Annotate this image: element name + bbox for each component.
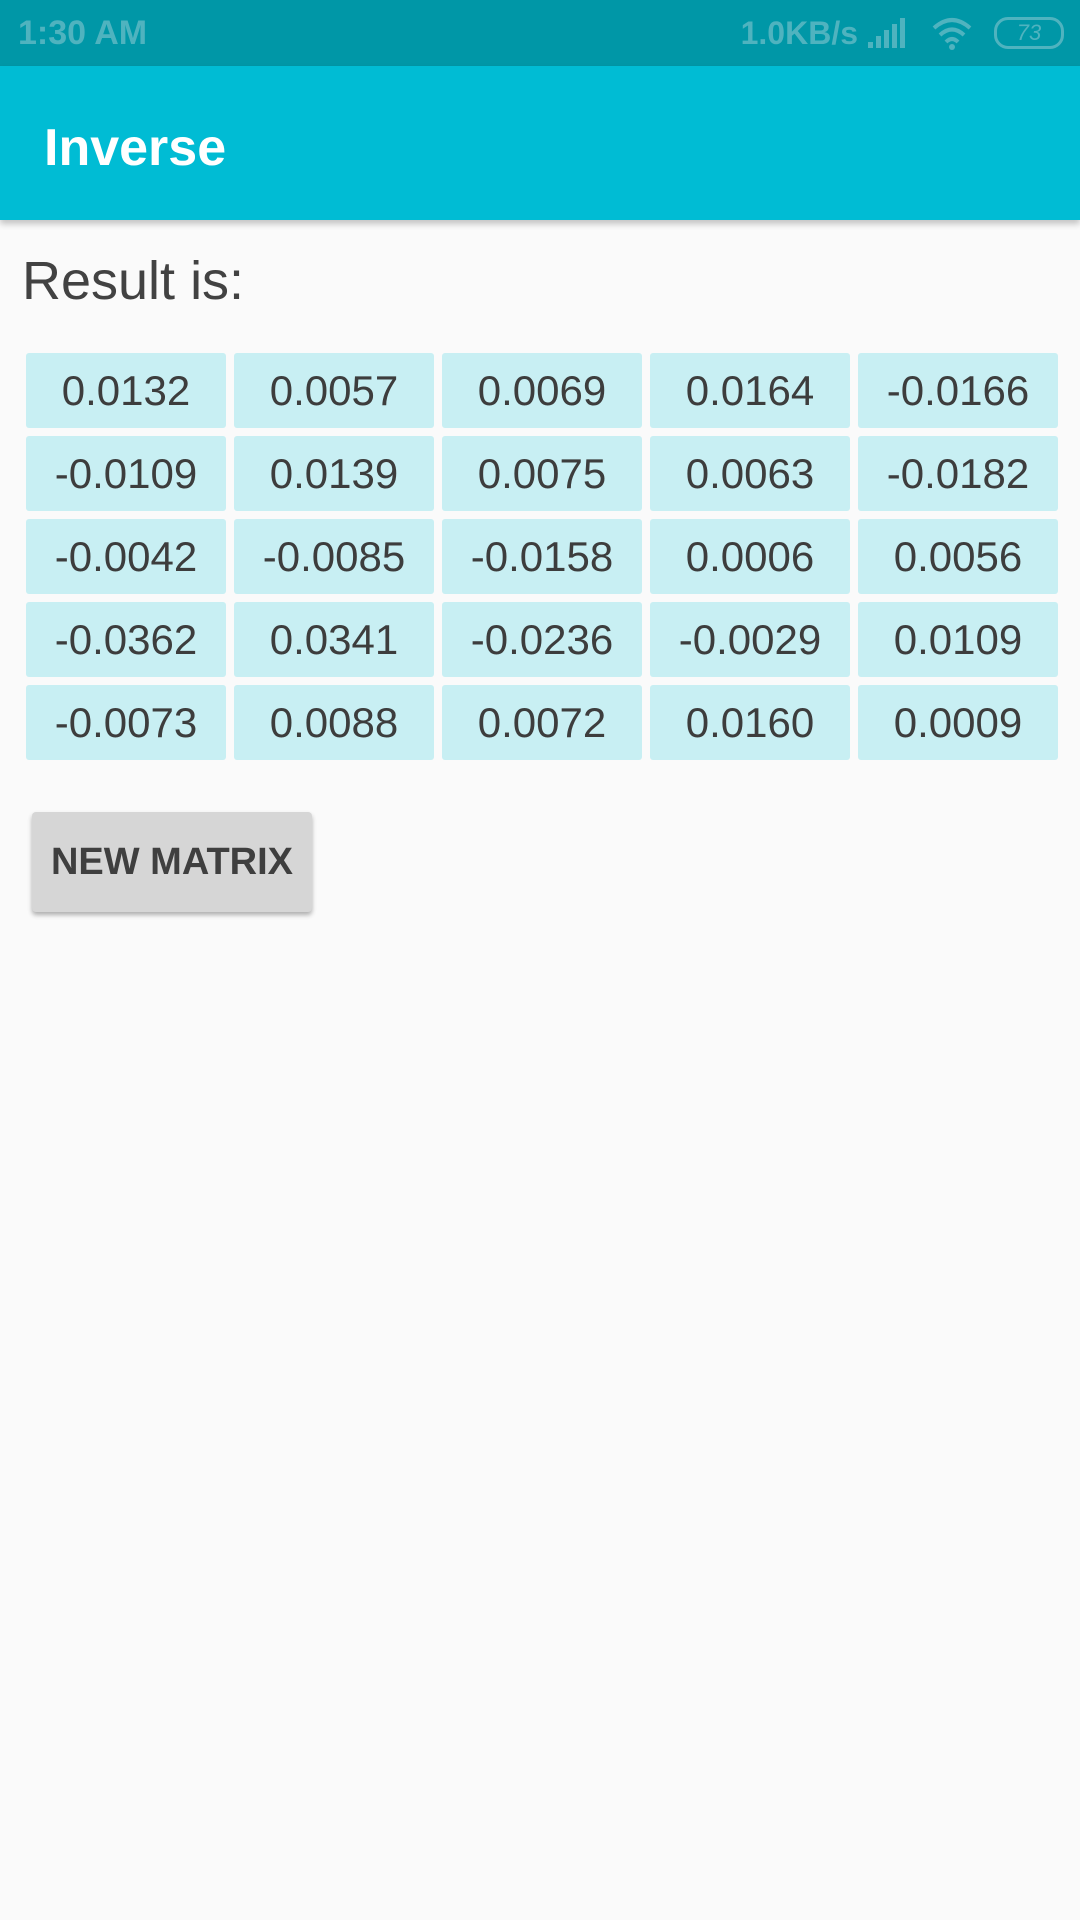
matrix-cell: 0.0088	[234, 685, 434, 760]
matrix-cell: -0.0029	[650, 602, 850, 677]
matrix-cell: 0.0009	[858, 685, 1058, 760]
result-label: Result is:	[22, 251, 245, 311]
matrix-cell: 0.0075	[442, 436, 642, 511]
matrix-row: -0.0362 0.0341 -0.0236 -0.0029 0.0109	[26, 602, 1058, 677]
matrix-cell: -0.0236	[442, 602, 642, 677]
network-speed: 1.0KB/s	[740, 14, 858, 51]
matrix-cell: 0.0132	[26, 353, 226, 428]
matrix-cell: 0.0072	[442, 685, 642, 760]
matrix-cell: 0.0006	[650, 519, 850, 594]
matrix-cell: -0.0166	[858, 353, 1058, 428]
result-matrix: 0.0132 0.0057 0.0069 0.0164 -0.0166 -0.0…	[26, 353, 1058, 768]
matrix-row: -0.0109 0.0139 0.0075 0.0063 -0.0182	[26, 436, 1058, 511]
matrix-cell: -0.0109	[26, 436, 226, 511]
app-bar: Inverse	[0, 66, 1080, 220]
matrix-cell: 0.0056	[858, 519, 1058, 594]
matrix-cell: 0.0069	[442, 353, 642, 428]
new-matrix-button[interactable]: NEW MATRIX	[32, 812, 312, 912]
battery-icon: 73	[994, 17, 1064, 49]
matrix-cell: 0.0164	[650, 353, 850, 428]
matrix-row: 0.0132 0.0057 0.0069 0.0164 -0.0166	[26, 353, 1058, 428]
matrix-cell: 0.0160	[650, 685, 850, 760]
matrix-cell: 0.0057	[234, 353, 434, 428]
matrix-cell: -0.0073	[26, 685, 226, 760]
matrix-cell: -0.0362	[26, 602, 226, 677]
matrix-cell: -0.0042	[26, 519, 226, 594]
matrix-cell: -0.0158	[442, 519, 642, 594]
matrix-cell: 0.0341	[234, 602, 434, 677]
matrix-cell: 0.0063	[650, 436, 850, 511]
matrix-cell: -0.0182	[858, 436, 1058, 511]
matrix-cell: 0.0109	[858, 602, 1058, 677]
status-icons: 1.0KB/s 73	[741, 14, 1064, 52]
status-bar: 1:30 AM 1.0KB/s 73	[0, 0, 1080, 66]
status-time: 1:30 AM	[18, 14, 148, 52]
page-title: Inverse	[44, 119, 227, 177]
matrix-row: -0.0042 -0.0085 -0.0158 0.0006 0.0056	[26, 519, 1058, 594]
matrix-cell: -0.0085	[234, 519, 434, 594]
signal-icon	[868, 18, 905, 48]
battery-level: 73	[1016, 20, 1042, 45]
matrix-row: -0.0073 0.0088 0.0072 0.0160 0.0009	[26, 685, 1058, 760]
matrix-cell: 0.0139	[234, 436, 434, 511]
wifi-icon	[932, 18, 972, 50]
